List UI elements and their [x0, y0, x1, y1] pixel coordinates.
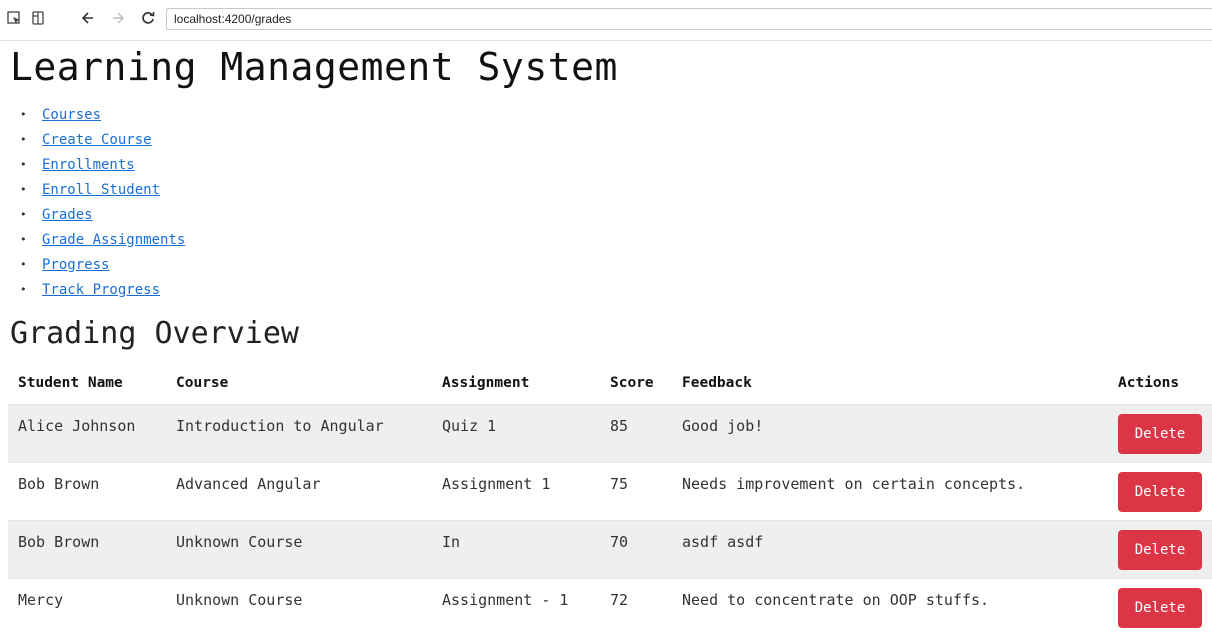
cell-course: Introduction to Angular — [166, 405, 432, 463]
cell-student: Bob Brown — [8, 463, 166, 521]
bullet: • — [20, 205, 42, 225]
student-name: Mercy — [18, 591, 63, 609]
column-header-assignment: Assignment — [432, 362, 600, 405]
back-arrow-icon[interactable] — [80, 10, 96, 26]
bullet: • — [20, 255, 42, 275]
cell-feedback: asdf asdf — [672, 521, 1108, 579]
feedback-text: asdf asdf — [682, 533, 763, 551]
feedback-text: Good job! — [682, 417, 763, 435]
nav-item-grades: •Grades — [20, 202, 185, 227]
score-value: 85 — [610, 417, 628, 435]
cell-assignment: In — [432, 521, 600, 579]
cell-actions: Delete — [1108, 405, 1212, 463]
nav-link-grade-assignments[interactable]: Grade Assignments — [42, 230, 185, 250]
student-name: Alice Johnson — [18, 417, 135, 435]
table-row: Mercy Unknown Course Assignment - 1 72 N… — [8, 579, 1212, 636]
cell-feedback: Good job! — [672, 405, 1108, 463]
nav-link-courses[interactable]: Courses — [42, 105, 101, 125]
column-header-student: Student Name — [8, 362, 166, 405]
nav-link-grades[interactable]: Grades — [42, 205, 93, 225]
nav-item-track-progress: •Track Progress — [20, 277, 185, 302]
table-row: Alice Johnson Introduction to Angular Qu… — [8, 405, 1212, 463]
bullet: • — [20, 155, 42, 175]
course-name: Unknown Course — [176, 591, 302, 609]
cell-student: Mercy — [8, 579, 166, 636]
nav-item-progress: •Progress — [20, 252, 185, 277]
assignment-name: Quiz 1 — [442, 417, 496, 435]
cell-score: 85 — [600, 405, 672, 463]
forward-arrow-icon[interactable] — [110, 10, 126, 26]
delete-button[interactable]: Delete — [1118, 530, 1202, 570]
assignment-name: Assignment - 1 — [442, 591, 568, 609]
app-title: Learning Management System — [10, 45, 618, 89]
cell-actions: Delete — [1108, 579, 1212, 636]
cell-student: Bob Brown — [8, 521, 166, 579]
score-value: 70 — [610, 533, 628, 551]
assignment-name: In — [442, 533, 460, 551]
course-name: Unknown Course — [176, 533, 302, 551]
column-header-feedback: Feedback — [672, 362, 1108, 405]
cell-course: Unknown Course — [166, 521, 432, 579]
nav-link-enrollments[interactable]: Enrollments — [42, 155, 135, 175]
nav-link-enroll-student[interactable]: Enroll Student — [42, 180, 160, 200]
cell-feedback: Needs improvement on certain concepts. — [672, 463, 1108, 521]
bullet: • — [20, 230, 42, 250]
cell-actions: Delete — [1108, 521, 1212, 579]
delete-button[interactable]: Delete — [1118, 588, 1202, 628]
nav-list: •Courses •Create Course •Enrollments •En… — [20, 102, 185, 302]
inspect-element-icon[interactable] — [6, 10, 22, 26]
bullet: • — [20, 130, 42, 150]
nav-link-progress[interactable]: Progress — [42, 255, 109, 275]
column-header-score: Score — [600, 362, 672, 405]
nav-item-grade-assignments: •Grade Assignments — [20, 227, 185, 252]
nav-item-enroll-student: •Enroll Student — [20, 177, 185, 202]
cell-assignment: Quiz 1 — [432, 405, 600, 463]
cell-feedback: Need to concentrate on OOP stuffs. — [672, 579, 1108, 636]
section-title: Grading Overview — [10, 316, 299, 352]
grades-table: Student Name Course Assignment Score Fee… — [8, 362, 1212, 636]
url-text: localhost:4200/grades — [174, 12, 291, 26]
student-name: Bob Brown — [18, 533, 99, 551]
student-name: Bob Brown — [18, 475, 99, 493]
nav-link-create-course[interactable]: Create Course — [42, 130, 152, 150]
cell-score: 72 — [600, 579, 672, 636]
nav-item-enrollments: •Enrollments — [20, 152, 185, 177]
device-toolbar-icon[interactable] — [30, 10, 46, 26]
table-row: Bob Brown Advanced Angular Assignment 1 … — [8, 463, 1212, 521]
course-name: Introduction to Angular — [176, 417, 384, 435]
score-value: 72 — [610, 591, 628, 609]
score-value: 75 — [610, 475, 628, 493]
delete-button[interactable]: Delete — [1118, 414, 1202, 454]
table-row: Bob Brown Unknown Course In 70 asdf asdf… — [8, 521, 1212, 579]
assignment-name: Assignment 1 — [442, 475, 550, 493]
feedback-text: Needs improvement on certain concepts. — [682, 475, 1025, 493]
cell-student: Alice Johnson — [8, 405, 166, 463]
cell-course: Unknown Course — [166, 579, 432, 636]
cell-score: 75 — [600, 463, 672, 521]
table-header-row: Student Name Course Assignment Score Fee… — [8, 362, 1212, 405]
column-header-course: Course — [166, 362, 432, 405]
delete-button[interactable]: Delete — [1118, 472, 1202, 512]
course-name: Advanced Angular — [176, 475, 321, 493]
nav-item-courses: •Courses — [20, 102, 185, 127]
feedback-text: Need to concentrate on OOP stuffs. — [682, 591, 989, 609]
cell-course: Advanced Angular — [166, 463, 432, 521]
bullet: • — [20, 280, 42, 300]
cell-assignment: Assignment - 1 — [432, 579, 600, 636]
cell-score: 70 — [600, 521, 672, 579]
bullet: • — [20, 105, 42, 125]
address-bar[interactable]: localhost:4200/grades — [166, 8, 1212, 30]
reload-icon[interactable] — [140, 10, 156, 26]
cell-assignment: Assignment 1 — [432, 463, 600, 521]
nav-link-track-progress[interactable]: Track Progress — [42, 280, 160, 300]
browser-toolbar: localhost:4200/grades — [0, 0, 1212, 41]
column-header-actions: Actions — [1108, 362, 1212, 405]
bullet: • — [20, 180, 42, 200]
nav-item-create-course: •Create Course — [20, 127, 185, 152]
cell-actions: Delete — [1108, 463, 1212, 521]
